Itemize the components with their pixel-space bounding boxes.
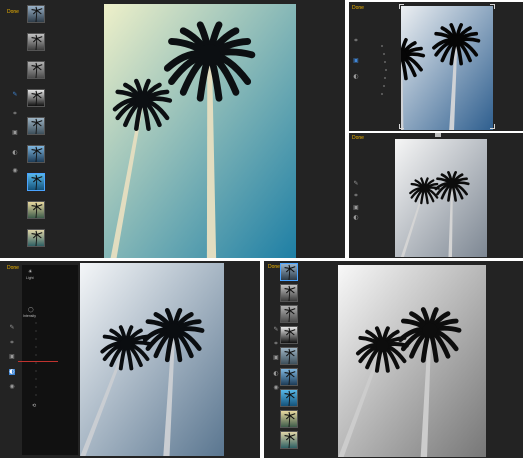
- edit-tool-icon[interactable]: ✎: [353, 181, 359, 187]
- done-button[interactable]: Done: [7, 9, 19, 15]
- photo-preview: [80, 263, 224, 456]
- top-handle[interactable]: [435, 133, 441, 137]
- filter-thumbnail[interactable]: [280, 284, 298, 302]
- edit-tool-icon[interactable]: ✎: [9, 325, 15, 331]
- palm-trees-photo: [395, 139, 487, 257]
- sky: [401, 6, 493, 130]
- filter-thumbnail[interactable]: [280, 431, 298, 449]
- adjust-tool-icon[interactable]: ◐: [9, 369, 15, 375]
- intensity-icon[interactable]: ◯: [28, 307, 34, 313]
- light-icon[interactable]: ☀: [28, 269, 32, 275]
- filter-thumbnail[interactable]: [27, 89, 45, 107]
- filter-thumbnail[interactable]: [27, 173, 45, 191]
- crop-handle[interactable]: [399, 124, 404, 129]
- sky: [80, 263, 224, 456]
- filter-thumbnail[interactable]: [27, 201, 45, 219]
- filter-thumbnail[interactable]: [27, 117, 45, 135]
- filter-thumbnail[interactable]: [280, 389, 298, 407]
- done-button[interactable]: Done: [352, 5, 364, 11]
- crop-handle[interactable]: [490, 124, 495, 129]
- crop-tool-icon[interactable]: ⌗: [353, 38, 359, 44]
- crop-tool-icon[interactable]: ⌗: [353, 193, 359, 199]
- screen-crop: Done ⌗ ▣ ◐: [349, 2, 523, 131]
- adjust-tool-icon[interactable]: ◐: [353, 74, 359, 80]
- done-button[interactable]: Done: [352, 135, 364, 141]
- light-label: Light: [26, 276, 34, 280]
- crop-handle[interactable]: [399, 4, 404, 9]
- crop-tool-icon[interactable]: ⌗: [9, 340, 15, 346]
- photo-preview: [104, 4, 296, 258]
- adjust-tool-icon[interactable]: ◐: [273, 371, 279, 377]
- red-eye-tool-icon[interactable]: ◉: [9, 384, 15, 390]
- filter-thumbnail[interactable]: [280, 347, 298, 365]
- palm-trees-photo: [104, 4, 296, 258]
- photo-editor-collage: Done ✎ ⌗ ▣ ◐ ◉ Done ⌗ ▣ ◐ Done ✎ ⌗ ▣ ◐ D…: [0, 0, 525, 460]
- filter-thumbnail[interactable]: [27, 33, 45, 51]
- straighten-dial[interactable]: [367, 42, 389, 98]
- red-eye-tool-icon[interactable]: ◉: [12, 168, 18, 174]
- screen-mono: Done ✎ ⌗ ▣ ◐ ◉: [264, 261, 523, 458]
- filter-thumbnail[interactable]: [280, 326, 298, 344]
- photo-preview: [395, 139, 487, 257]
- filter-thumbnail[interactable]: [27, 229, 45, 247]
- screen-filters: Done ✎ ⌗ ▣ ◐ ◉: [0, 0, 345, 258]
- photo-preview: [401, 6, 493, 130]
- edit-tool-icon[interactable]: ✎: [12, 92, 18, 98]
- filter-thumbnail[interactable]: [280, 368, 298, 386]
- palm-trees-photo: [338, 265, 486, 457]
- filter-thumbnail[interactable]: [27, 61, 45, 79]
- palm-trees-photo: [80, 263, 224, 456]
- filter-thumbnail[interactable]: [280, 410, 298, 428]
- adjust-tool-icon[interactable]: ◐: [12, 150, 18, 156]
- edit-tool-icon[interactable]: ✎: [273, 327, 279, 333]
- filters-tool-icon[interactable]: ▣: [9, 354, 15, 360]
- intensity-label: Intensity: [23, 314, 37, 318]
- done-button[interactable]: Done: [268, 264, 280, 270]
- filters-tool-icon[interactable]: ▣: [12, 130, 18, 136]
- slider-indicator[interactable]: [18, 361, 58, 362]
- adjust-tool-icon[interactable]: ◐: [353, 215, 359, 221]
- filter-thumbnail[interactable]: [280, 263, 298, 281]
- adjust-panel: ☀ Light ◯ Intensity ⟲: [18, 265, 78, 455]
- crop-handle[interactable]: [490, 4, 495, 9]
- screen-adjust: Done ✎ ⌗ ▣ ◐ ◉ ☀ Light ◯ Intensity ⟲: [0, 261, 260, 458]
- red-eye-tool-icon[interactable]: ◉: [273, 385, 279, 391]
- filters-tool-icon[interactable]: ▣: [353, 58, 359, 64]
- reset-icon[interactable]: ⟲: [32, 403, 36, 409]
- crop-tool-icon[interactable]: ⌗: [273, 341, 279, 347]
- filter-thumbnail[interactable]: [27, 5, 45, 23]
- crop-tool-icon[interactable]: ⌗: [12, 111, 18, 117]
- filters-tool-icon[interactable]: ▣: [353, 205, 359, 211]
- filter-thumbnail[interactable]: [280, 305, 298, 323]
- photo-preview: [338, 265, 486, 457]
- filter-thumbnail[interactable]: [27, 145, 45, 163]
- adjust-slider[interactable]: [34, 321, 38, 399]
- done-button[interactable]: Done: [7, 265, 19, 271]
- screen-preview: Done ✎ ⌗ ▣ ◐: [349, 133, 523, 258]
- palm-tree-photo: [401, 6, 493, 130]
- filters-tool-icon[interactable]: ▣: [273, 355, 279, 361]
